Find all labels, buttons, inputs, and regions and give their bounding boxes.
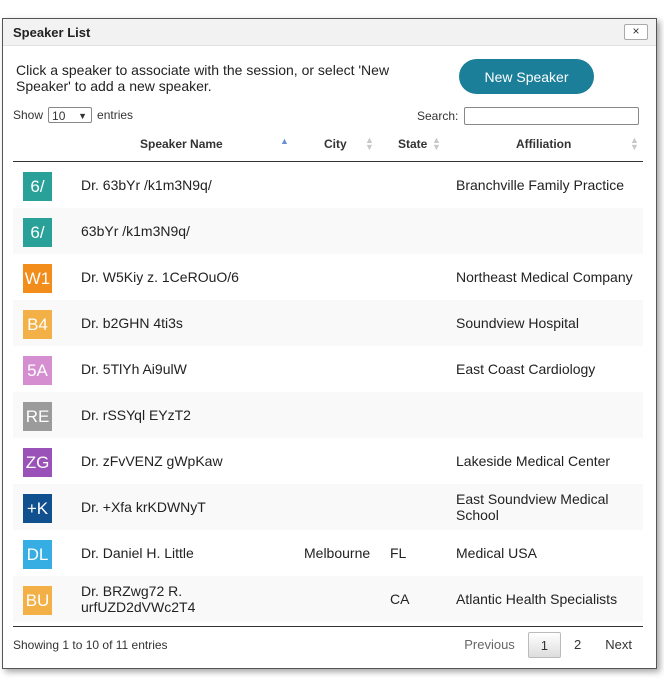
pagination: Previous 1 2 Next bbox=[451, 632, 643, 658]
avatar: 5A bbox=[23, 356, 52, 385]
speaker-name-cell: 63bYr /k1m3N9q/ bbox=[81, 223, 190, 239]
affiliation-cell: Medical USA bbox=[456, 545, 537, 561]
city-cell bbox=[304, 392, 384, 438]
speaker-table: Speaker Name ▲ City ▲ ▼ State ▲ ▼ Affiliat… bbox=[13, 127, 643, 622]
city-cell bbox=[304, 576, 384, 622]
state-cell bbox=[390, 484, 440, 530]
state-cell bbox=[390, 392, 440, 438]
sort-icon: ▲ ▼ bbox=[630, 135, 639, 152]
table-row[interactable]: 5A Dr. 5TlYh Ai9ulW East Coast Cardiology bbox=[13, 346, 643, 392]
column-header-affiliation[interactable]: Affiliation bbox=[516, 137, 571, 151]
state-cell bbox=[390, 438, 440, 484]
state-cell bbox=[390, 254, 440, 300]
city-cell bbox=[304, 300, 384, 346]
speaker-name-cell: Dr. 5TlYh Ai9ulW bbox=[81, 361, 187, 377]
state-cell bbox=[390, 300, 440, 346]
sort-icon: ▲ ▼ bbox=[432, 135, 441, 152]
avatar: DL bbox=[23, 540, 52, 569]
speaker-name-cell: Dr. BRZwg72 R. urfUZD2dVWc2T4 bbox=[81, 583, 196, 615]
search-control: Search: bbox=[417, 107, 640, 125]
avatar: W1 bbox=[23, 264, 52, 293]
city-cell bbox=[304, 208, 384, 254]
affiliation-cell: Lakeside Medical Center bbox=[456, 453, 611, 469]
column-header-speaker-name[interactable]: Speaker Name bbox=[140, 137, 223, 151]
dialog-title: Speaker List bbox=[13, 25, 91, 40]
state-cell: FL bbox=[390, 545, 407, 561]
affiliation-cell: Branchville Family Practice bbox=[456, 177, 625, 193]
new-speaker-button[interactable]: New Speaker bbox=[459, 59, 594, 94]
entries-select-value: 10 bbox=[52, 109, 66, 123]
speaker-name-cell: Dr. b2GHN 4ti3s bbox=[81, 315, 183, 331]
table-row[interactable]: 6/63bYr /k1m3N9q/ bbox=[13, 208, 643, 254]
table-footer: Showing 1 to 10 of 11 entries Previous 1… bbox=[13, 626, 643, 665]
table-row[interactable]: 6/Dr. 63bYr /k1m3N9q/Branchville Family … bbox=[13, 162, 643, 208]
affiliation-cell: Soundview Hospital bbox=[456, 315, 579, 331]
sort-icon: ▲ ▼ bbox=[365, 135, 374, 152]
affiliation-cell: East Soundview Medical School bbox=[456, 491, 609, 523]
table-body: 6/Dr. 63bYr /k1m3N9q/Branchville Family … bbox=[13, 162, 643, 622]
table-row[interactable]: B4 Dr. b2GHN 4ti3s Soundview Hospital bbox=[13, 300, 643, 346]
table-row[interactable]: +K Dr. +Xfa krKDWNyT East Soundview Medica… bbox=[13, 484, 643, 530]
avatar: ZG bbox=[23, 448, 52, 477]
speaker-name-cell: Dr. 63bYr /k1m3N9q/ bbox=[81, 177, 212, 193]
close-button[interactable]: × bbox=[624, 24, 648, 40]
sort-ascending-icon: ▲ bbox=[280, 136, 289, 146]
entries-select[interactable]: 10 ▼ bbox=[48, 107, 93, 123]
avatar: RE bbox=[23, 402, 52, 431]
avatar: B4 bbox=[23, 310, 52, 339]
table-header: Speaker Name ▲ City ▲ ▼ State ▲ ▼ Affiliat… bbox=[13, 127, 643, 162]
speaker-name-cell: Dr. zFvVENZ gWpKaw bbox=[81, 453, 223, 469]
intro-text: Click a speaker to associate with the se… bbox=[16, 62, 390, 94]
table-row[interactable]: DL Dr. Daniel H. Little Melbourne FL Medical… bbox=[13, 530, 643, 576]
page-1-button[interactable]: 1 bbox=[527, 632, 562, 658]
avatar: 6/ bbox=[23, 218, 52, 247]
speaker-list-dialog: Speaker List × Click a speaker to associ… bbox=[2, 18, 657, 669]
table-row[interactable]: ZG Dr. zFvVENZ gWpKaw Lakeside Medical Cen… bbox=[13, 438, 643, 484]
state-cell: CA bbox=[390, 591, 410, 607]
table-row[interactable]: W1 Dr. W5Kiy z. 1CeROuO/6 Northeast Medica… bbox=[13, 254, 643, 300]
avatar: +K bbox=[23, 494, 52, 523]
entries-length-control: Show 10 ▼ entries bbox=[13, 107, 133, 123]
next-page-button[interactable]: Next bbox=[594, 632, 643, 658]
speaker-name-cell: Dr. Daniel H. Little bbox=[81, 545, 194, 561]
speaker-name-cell: Dr. +Xfa krKDWNyT bbox=[81, 499, 206, 515]
state-cell bbox=[390, 208, 440, 254]
table-row[interactable]: BU Dr. BRZwg72 R. urfUZD2dVWc2T4 CA Atlanti… bbox=[13, 576, 643, 622]
column-header-city[interactable]: City bbox=[324, 137, 347, 151]
column-header-state[interactable]: State bbox=[398, 137, 427, 151]
entries-info: Showing 1 to 10 of 11 entries bbox=[13, 638, 168, 652]
search-input[interactable] bbox=[464, 107, 640, 125]
avatar: BU bbox=[23, 586, 52, 615]
speaker-name-cell: Dr. W5Kiy z. 1CeROuO/6 bbox=[81, 269, 239, 285]
city-cell bbox=[304, 438, 384, 484]
affiliation-cell: Atlantic Health Specialists bbox=[456, 591, 618, 607]
city-cell bbox=[304, 484, 384, 530]
entries-label: entries bbox=[97, 108, 134, 122]
speaker-name-cell: Dr. rSSYql EYzT2 bbox=[81, 407, 191, 423]
affiliation-cell bbox=[456, 208, 641, 254]
state-cell bbox=[390, 162, 440, 208]
city-cell bbox=[304, 162, 384, 208]
city-cell bbox=[304, 346, 384, 392]
state-cell bbox=[390, 346, 440, 392]
dialog-titlebar: Speaker List × bbox=[3, 19, 656, 46]
search-label: Search: bbox=[417, 109, 459, 123]
affiliation-cell bbox=[456, 392, 641, 438]
previous-page-button[interactable]: Previous bbox=[453, 632, 526, 658]
chevron-down-icon: ▼ bbox=[78, 111, 88, 121]
city-cell: Melbourne bbox=[304, 545, 371, 561]
avatar: 6/ bbox=[23, 172, 52, 201]
show-label: Show bbox=[13, 108, 44, 122]
table-row[interactable]: RE Dr. rSSYql EYzT2 bbox=[13, 392, 643, 438]
page-2-button[interactable]: 2 bbox=[563, 632, 592, 658]
city-cell bbox=[304, 254, 384, 300]
affiliation-cell: Northeast Medical Company bbox=[456, 269, 633, 285]
affiliation-cell: East Coast Cardiology bbox=[456, 361, 596, 377]
